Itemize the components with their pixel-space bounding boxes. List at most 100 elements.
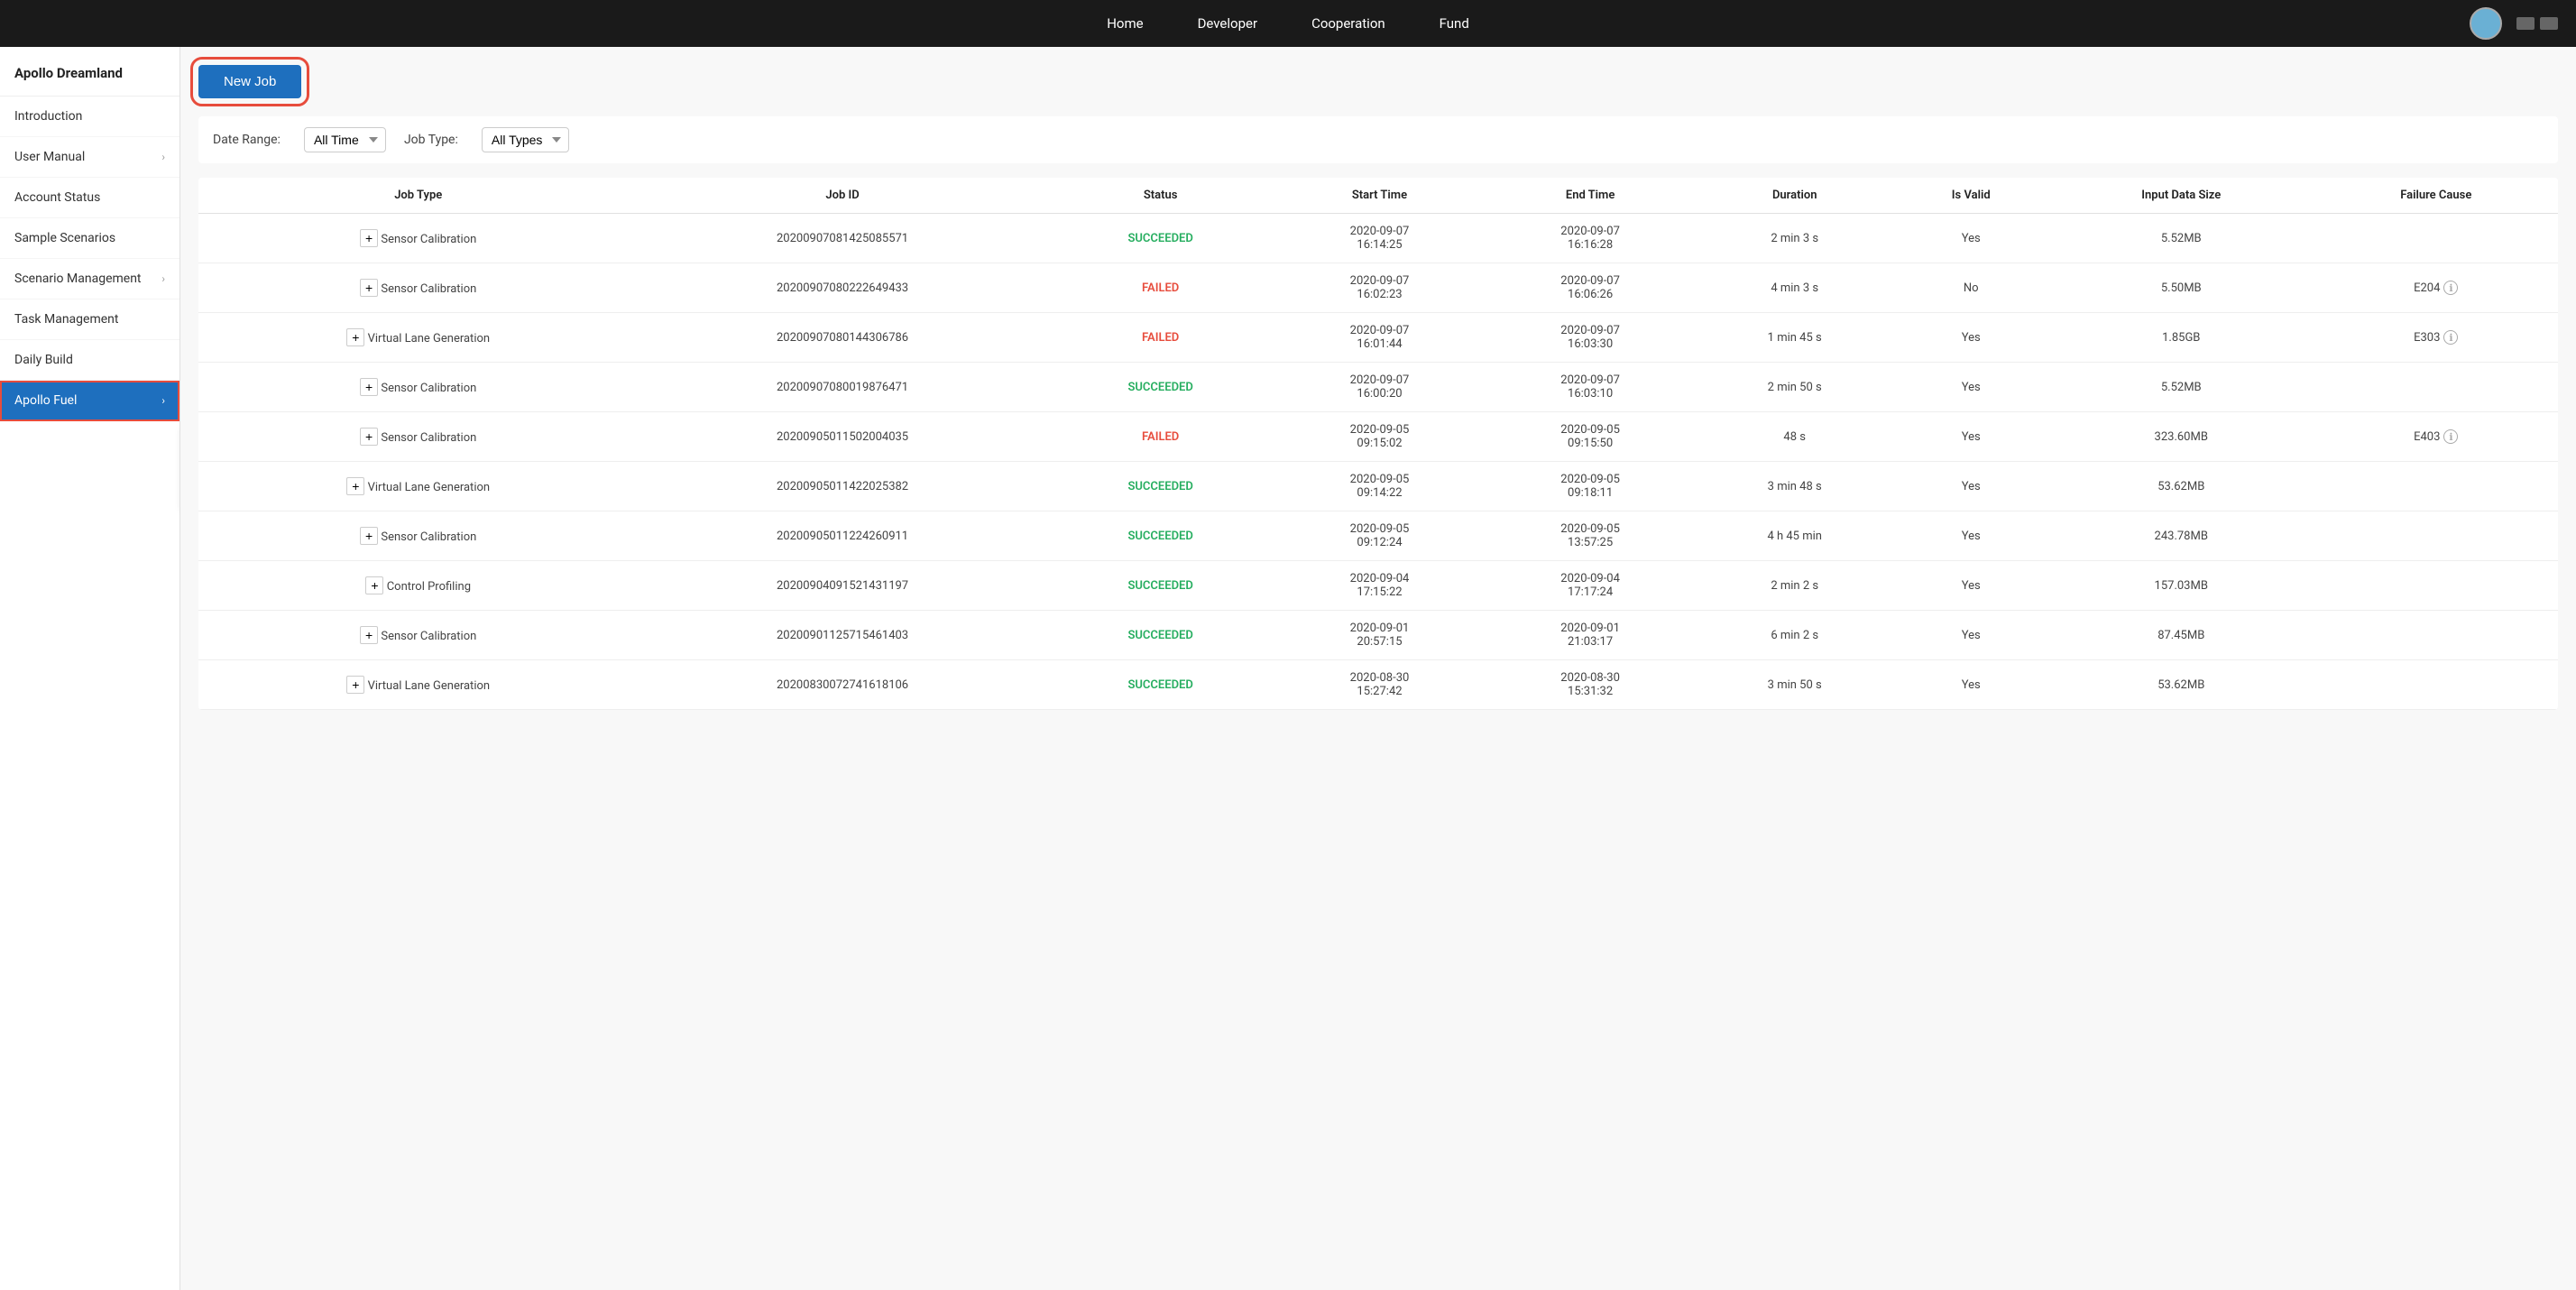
minimize-button[interactable] <box>2516 17 2535 30</box>
cell-status: FAILED <box>1047 412 1274 462</box>
col-header-status: Status <box>1047 178 1274 214</box>
user-avatar[interactable] <box>2470 7 2502 40</box>
cell-input-data-size: 1.85GB <box>2048 313 2314 363</box>
cell-is-valid: Yes <box>1894 511 2048 561</box>
nav-fund[interactable]: Fund <box>1440 15 1469 32</box>
info-icon[interactable]: ℹ <box>2443 330 2458 345</box>
cell-failure-cause <box>2314 561 2558 611</box>
sidebar-item-user-manual[interactable]: User Manual › <box>0 137 179 178</box>
table-row: + Virtual Lane Generation 20200905011422… <box>198 462 2558 511</box>
cell-job-id: 20200907081425085571 <box>638 214 1046 263</box>
cell-status: SUCCEEDED <box>1047 462 1274 511</box>
job-type-select[interactable]: All Types <box>482 127 569 152</box>
cell-duration: 2 min 50 s <box>1696 363 1894 412</box>
cell-job-id: 20200907080019876471 <box>638 363 1046 412</box>
expand-button[interactable]: + <box>360 626 378 644</box>
sidebar: Apollo Dreamland Introduction User Manua… <box>0 47 180 1290</box>
cell-is-valid: Yes <box>1894 611 2048 660</box>
chevron-right-icon-2: › <box>161 272 165 285</box>
cell-start-time: 2020-09-0509:15:02 <box>1274 412 1486 462</box>
table-row: + Sensor Calibration 2020090501122426091… <box>198 511 2558 561</box>
expand-button[interactable]: + <box>360 527 378 545</box>
expand-button[interactable]: + <box>346 328 364 346</box>
cell-job-type: + Control Profiling <box>198 561 638 611</box>
sidebar-item-sample-scenarios-label: Sample Scenarios <box>14 231 115 245</box>
cell-duration: 2 min 3 s <box>1696 214 1894 263</box>
cell-end-time: 2020-09-0509:15:50 <box>1485 412 1696 462</box>
cell-job-type: + Sensor Calibration <box>198 363 638 412</box>
cell-job-type: + Virtual Lane Generation <box>198 660 638 710</box>
cell-job-id: 20200907080144306786 <box>638 313 1046 363</box>
cell-input-data-size: 53.62MB <box>2048 462 2314 511</box>
sidebar-item-scenario-management-label: Scenario Management <box>14 272 142 286</box>
table-row: + Virtual Lane Generation 20200907080144… <box>198 313 2558 363</box>
nav-home[interactable]: Home <box>1107 15 1143 32</box>
cell-duration: 48 s <box>1696 412 1894 462</box>
sidebar-item-apollo-fuel-label: Apollo Fuel <box>14 393 77 408</box>
cell-duration: 3 min 50 s <box>1696 660 1894 710</box>
col-header-start-time: Start Time <box>1274 178 1486 214</box>
error-code: E204 ℹ <box>2414 281 2458 295</box>
cell-failure-cause <box>2314 611 2558 660</box>
cell-input-data-size: 87.45MB <box>2048 611 2314 660</box>
sidebar-item-apollo-fuel[interactable]: Apollo Fuel › <box>0 381 179 421</box>
sidebar-item-introduction[interactable]: Introduction <box>0 97 179 137</box>
cell-is-valid: Yes <box>1894 660 2048 710</box>
main-content: New Job Date Range: All Time Job Type: A… <box>180 47 2576 1290</box>
jobs-table: Job Type Job ID Status Start Time End Ti… <box>198 178 2558 710</box>
cell-start-time: 2020-08-3015:27:42 <box>1274 660 1486 710</box>
sidebar-item-task-management-label: Task Management <box>14 312 118 327</box>
expand-button[interactable]: + <box>360 428 378 446</box>
nav-cooperation[interactable]: Cooperation <box>1311 15 1385 32</box>
sidebar-item-scenario-management[interactable]: Scenario Management › <box>0 259 179 299</box>
cell-duration: 4 min 3 s <box>1696 263 1894 313</box>
error-code: E303 ℹ <box>2414 330 2458 345</box>
table-row: + Virtual Lane Generation 20200830072741… <box>198 660 2558 710</box>
cell-job-id: 20200904091521431197 <box>638 561 1046 611</box>
cell-failure-cause <box>2314 363 2558 412</box>
cell-input-data-size: 5.52MB <box>2048 214 2314 263</box>
col-header-duration: Duration <box>1696 178 1894 214</box>
cell-failure-cause: E204 ℹ <box>2314 263 2558 313</box>
cell-start-time: 2020-09-0509:14:22 <box>1274 462 1486 511</box>
new-job-button[interactable]: New Job <box>198 65 301 98</box>
expand-button[interactable]: + <box>360 279 378 297</box>
error-code: E403 ℹ <box>2414 429 2458 444</box>
cell-job-type: + Sensor Calibration <box>198 214 638 263</box>
cell-duration: 6 min 2 s <box>1696 611 1894 660</box>
cell-start-time: 2020-09-0509:12:24 <box>1274 511 1486 561</box>
table-row: + Sensor Calibration 2020090112571546140… <box>198 611 2558 660</box>
chevron-right-icon-3: › <box>161 394 165 407</box>
expand-button[interactable]: + <box>360 378 378 396</box>
cell-job-type: + Sensor Calibration <box>198 412 638 462</box>
cell-input-data-size: 323.60MB <box>2048 412 2314 462</box>
cell-is-valid: Yes <box>1894 412 2048 462</box>
cell-failure-cause <box>2314 660 2558 710</box>
expand-button[interactable]: + <box>360 229 378 247</box>
cell-status: FAILED <box>1047 263 1274 313</box>
sidebar-item-daily-build-label: Daily Build <box>14 353 73 367</box>
table-row: + Sensor Calibration 2020090708001987647… <box>198 363 2558 412</box>
date-range-select[interactable]: All Time <box>304 127 386 152</box>
sidebar-item-task-management[interactable]: Task Management <box>0 299 179 340</box>
expand-button[interactable]: + <box>346 477 364 495</box>
col-header-job-id: Job ID <box>638 178 1046 214</box>
info-icon[interactable]: ℹ <box>2443 429 2458 444</box>
maximize-button[interactable] <box>2540 17 2558 30</box>
col-header-is-valid: Is Valid <box>1894 178 2048 214</box>
cell-is-valid: No <box>1894 263 2048 313</box>
expand-button[interactable]: + <box>365 576 383 594</box>
col-header-job-type: Job Type <box>198 178 638 214</box>
expand-button[interactable]: + <box>346 676 364 694</box>
cell-is-valid: Yes <box>1894 313 2048 363</box>
sidebar-item-sample-scenarios[interactable]: Sample Scenarios <box>0 218 179 259</box>
sidebar-item-daily-build[interactable]: Daily Build <box>0 340 179 381</box>
cell-input-data-size: 5.50MB <box>2048 263 2314 313</box>
table-row: + Control Profiling 20200904091521431197… <box>198 561 2558 611</box>
nav-right <box>2470 7 2558 40</box>
sidebar-item-account-status[interactable]: Account Status <box>0 178 179 218</box>
nav-developer[interactable]: Developer <box>1198 15 1258 32</box>
cell-failure-cause <box>2314 214 2558 263</box>
nav-links: Home Developer Cooperation Fund <box>1107 15 1469 32</box>
info-icon[interactable]: ℹ <box>2443 281 2458 295</box>
